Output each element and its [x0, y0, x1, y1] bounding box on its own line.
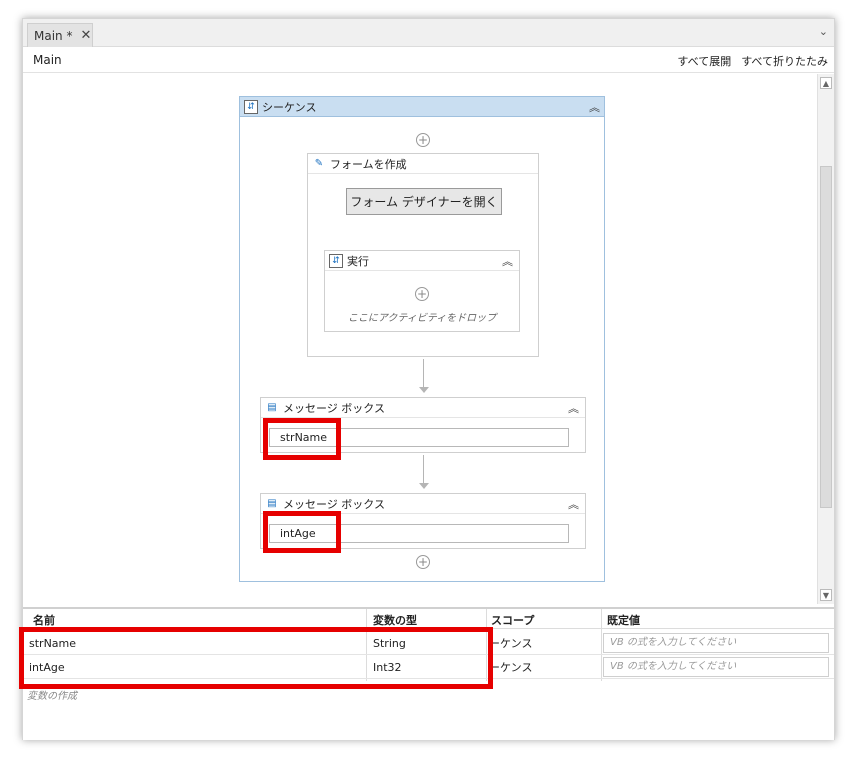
- open-form-designer-button[interactable]: フォーム デザイナーを開く: [346, 188, 502, 215]
- scroll-up-icon[interactable]: ▲: [820, 77, 832, 89]
- sequence-icon: ⇵: [244, 99, 258, 114]
- highlight-box: [19, 627, 493, 689]
- column-type[interactable]: 変数の型: [373, 611, 417, 628]
- collapse-all-link[interactable]: すべて折りたたみ: [741, 53, 828, 69]
- variable-scope[interactable]: ーケンス: [489, 655, 532, 679]
- tab-bar: Main * ✕ ⌄: [23, 19, 834, 47]
- add-icon[interactable]: +: [416, 555, 430, 569]
- variable-scope[interactable]: ーケンス: [489, 631, 532, 655]
- scroll-down-icon[interactable]: ▼: [820, 589, 832, 601]
- connector-line: [423, 359, 424, 389]
- run-header[interactable]: ⇵ 実行 ︽: [325, 251, 519, 271]
- column-scope[interactable]: スコープ: [491, 611, 534, 628]
- add-icon[interactable]: +: [415, 287, 429, 301]
- message-icon: ▤: [267, 402, 277, 413]
- create-form-activity[interactable]: ✎ フォームを作成 フォーム デザイナーを開く ⇵ 実行 ︽ + ここにアクティ…: [307, 153, 539, 357]
- message-box-header[interactable]: ▤ メッセージ ボックス ︽: [261, 398, 585, 418]
- tab-main[interactable]: Main * ✕: [27, 23, 93, 47]
- sequence-icon: ⇵: [329, 253, 343, 268]
- sequence-title: シーケンス: [262, 100, 317, 114]
- sequence-header[interactable]: ⇵ シーケンス ︽: [240, 97, 604, 117]
- drop-hint: ここにアクティビティをドロップ: [347, 313, 497, 324]
- scroll-thumb[interactable]: [820, 166, 832, 508]
- create-form-title: フォームを作成: [330, 157, 407, 171]
- collapse-icon[interactable]: ︽: [502, 253, 513, 269]
- expand-all-link[interactable]: すべて展開: [677, 53, 731, 69]
- run-activity[interactable]: ⇵ 実行 ︽ + ここにアクティビティをドロップ: [324, 250, 520, 332]
- breadcrumb[interactable]: Main: [33, 53, 62, 67]
- designer-header: Main すべて展開 すべて折りたたみ: [23, 47, 834, 73]
- designer-window: Main * ✕ ⌄ Main すべて展開 すべて折りたたみ ⇵ シーケンス ︽…: [19, 18, 835, 740]
- form-edit-icon: ✎: [314, 158, 324, 169]
- create-variable-link[interactable]: 変数の作成: [27, 687, 77, 702]
- default-value-input[interactable]: VB の式を入力してください: [603, 657, 829, 677]
- connector-arrow: [419, 387, 429, 393]
- chevron-down-icon[interactable]: ⌄: [819, 25, 828, 38]
- vertical-scrollbar[interactable]: ▲ ▼: [817, 74, 834, 604]
- tab-label: Main *: [34, 28, 73, 43]
- close-icon[interactable]: ✕: [80, 28, 91, 43]
- variables-panel: 名前 変数の型 スコープ 既定値 strName String ーケンス VB …: [19, 607, 834, 740]
- highlight-box: [263, 511, 341, 553]
- message-icon: ▤: [267, 498, 277, 509]
- collapse-icon[interactable]: ︽: [568, 496, 579, 512]
- message-box-title: メッセージ ボックス: [283, 497, 385, 511]
- highlight-box: [263, 418, 341, 460]
- connector-arrow: [419, 483, 429, 489]
- default-value-input[interactable]: VB の式を入力してください: [603, 633, 829, 653]
- column-name[interactable]: 名前: [33, 611, 55, 628]
- workflow-canvas[interactable]: ⇵ シーケンス ︽ + ✎ フォームを作成 フォーム デザイナーを開く ⇵ 実行…: [23, 74, 817, 604]
- collapse-icon[interactable]: ︽: [589, 99, 600, 115]
- collapse-icon[interactable]: ︽: [568, 400, 579, 416]
- column-default[interactable]: 既定値: [607, 611, 640, 628]
- sequence-activity[interactable]: ⇵ シーケンス ︽ + ✎ フォームを作成 フォーム デザイナーを開く ⇵ 実行…: [239, 96, 605, 582]
- create-form-header[interactable]: ✎ フォームを作成: [308, 154, 538, 174]
- run-title: 実行: [347, 254, 369, 268]
- connector-line: [423, 455, 424, 485]
- message-box-title: メッセージ ボックス: [283, 401, 385, 415]
- add-icon[interactable]: +: [416, 133, 430, 147]
- header-actions: すべて展開 すべて折りたたみ: [677, 53, 828, 69]
